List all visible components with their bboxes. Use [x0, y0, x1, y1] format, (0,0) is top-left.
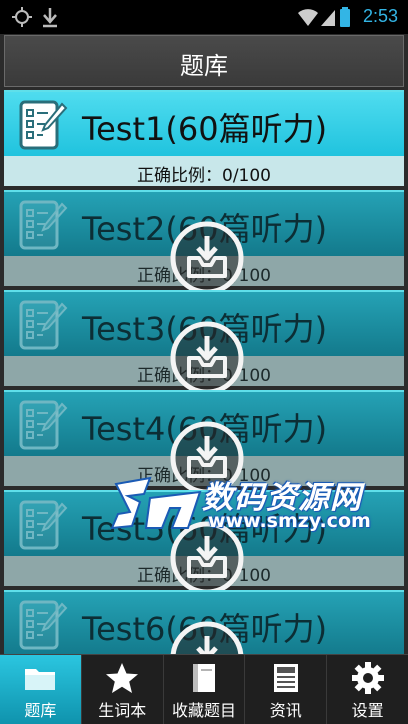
list-item-title: Test1(60篇听力) — [82, 110, 328, 148]
checklist-icon — [19, 100, 68, 150]
list-item[interactable]: Test2(60篇听力)正确比例：0/100 — [4, 190, 404, 295]
checklist-icon — [19, 600, 68, 650]
tab-favorites[interactable]: 收藏题目 — [164, 655, 246, 724]
gear-icon — [351, 662, 384, 694]
newspaper-icon — [273, 664, 298, 692]
tab-label: 资讯 — [269, 701, 302, 720]
battery-icon — [340, 7, 350, 27]
tab-label: 收藏题目 — [171, 701, 236, 720]
accuracy-bar: 正确比例：0/100 — [4, 156, 404, 186]
tab-news[interactable]: 资讯 — [245, 655, 328, 724]
checklist-icon — [19, 400, 68, 450]
list-item[interactable]: Test6(60篇听力)正确比例：0/100 — [4, 590, 404, 654]
book-icon — [192, 664, 215, 692]
page-title: 题库 — [180, 52, 228, 80]
download-icon[interactable] — [169, 420, 245, 496]
list-item[interactable]: Test4(60篇听力)正确比例：0/100 — [4, 390, 404, 495]
bottom-tab-bar: 题库 生词本 收藏题目 资讯 设置 — [0, 654, 408, 724]
download-icon[interactable] — [169, 220, 245, 296]
download-icon[interactable] — [169, 620, 245, 654]
tab-settings[interactable]: 设置 — [327, 655, 408, 724]
list-item[interactable]: Test3(60篇听力)正确比例：0/100 — [4, 290, 404, 395]
gps-icon — [12, 7, 32, 27]
checklist-icon — [19, 300, 68, 350]
checklist-icon — [19, 200, 68, 250]
checklist-icon — [19, 500, 68, 550]
status-bar: 2:53 — [0, 0, 408, 34]
list-item-header[interactable]: Test1(60篇听力) — [4, 90, 404, 156]
list-item[interactable]: Test5(60篇听力)正确比例：0/100 — [4, 490, 404, 595]
question-bank-list[interactable]: Test1(60篇听力) 正确比例：0/100 Test2(60篇听力)正确比例：0… — [4, 90, 404, 654]
signal-icon — [321, 10, 335, 26]
tab-label: 题库 — [24, 701, 57, 720]
accuracy-label: 正确比例：0/100 — [137, 166, 271, 186]
tab-vocabulary[interactable]: 生词本 — [82, 655, 164, 724]
status-time: 2:53 — [362, 6, 398, 26]
title-bar: 题库 — [4, 35, 404, 87]
tab-label: 生词本 — [98, 701, 147, 720]
tab-label: 设置 — [351, 701, 384, 720]
wifi-icon — [298, 9, 318, 26]
star-icon — [106, 663, 139, 693]
tab-question-bank[interactable]: 题库 — [0, 655, 82, 724]
download-icon[interactable] — [169, 320, 245, 396]
folder-icon — [25, 669, 56, 690]
list-item[interactable]: Test1(60篇听力) 正确比例：0/100 — [4, 90, 404, 188]
download-icon[interactable] — [169, 520, 245, 596]
download-notification-icon — [43, 8, 57, 28]
